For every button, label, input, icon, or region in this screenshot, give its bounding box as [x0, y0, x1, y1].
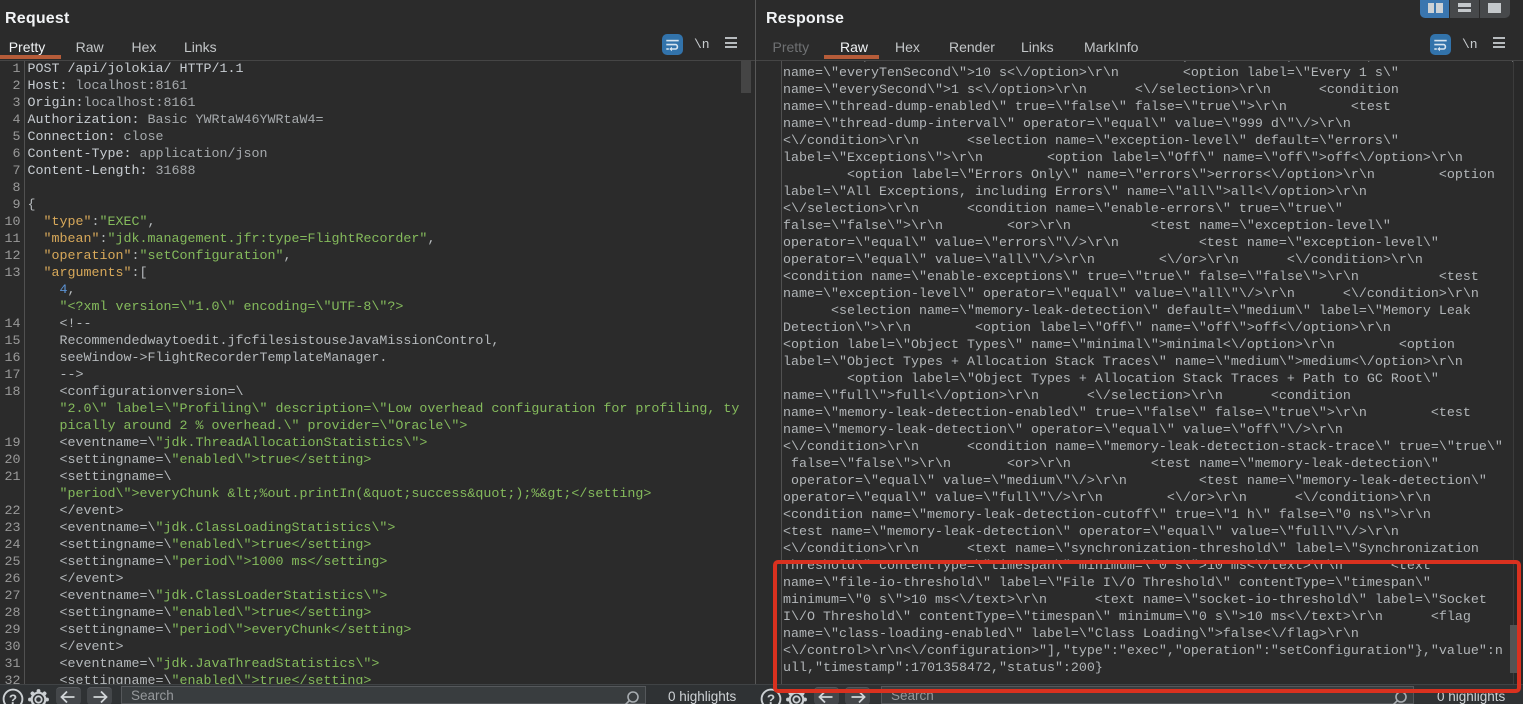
svg-text:?: ?	[767, 692, 775, 704]
svg-text:?: ?	[9, 692, 17, 704]
